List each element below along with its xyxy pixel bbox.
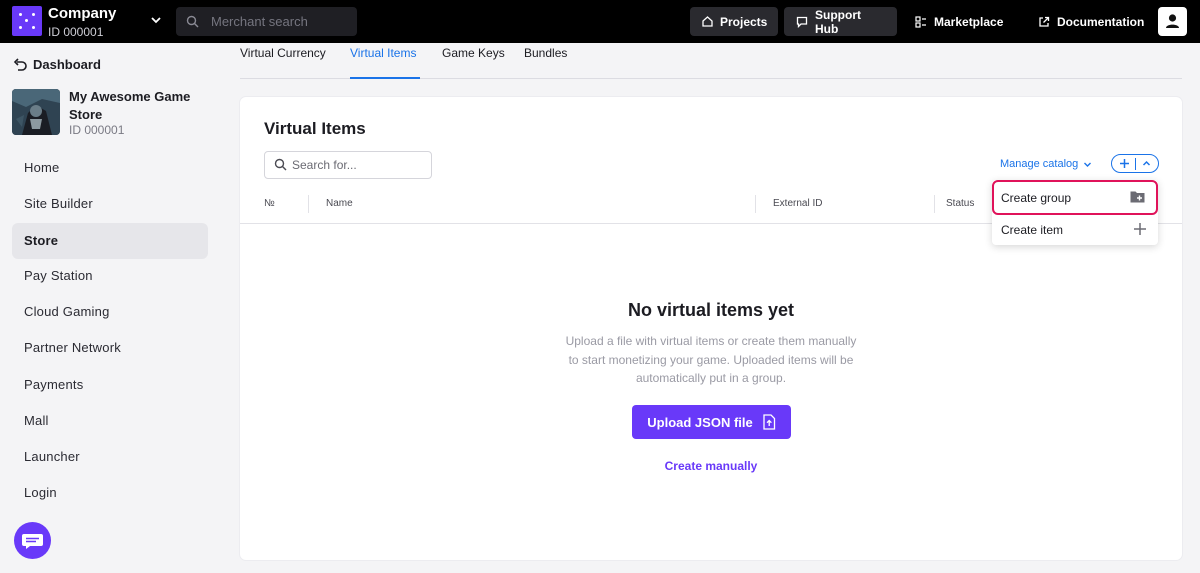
folder-add-icon xyxy=(1130,191,1145,203)
sidebar: Dashboard My Awesome Game Store ID 00000… xyxy=(0,43,220,573)
chevron-down-icon[interactable] xyxy=(150,14,162,26)
menu-item-create-group[interactable]: Create group xyxy=(992,180,1158,215)
documentation-label: Documentation xyxy=(1057,14,1145,29)
support-hub-button[interactable]: Support Hub xyxy=(784,7,897,36)
split-button-divider xyxy=(1135,158,1136,170)
create-item-label: Create item xyxy=(1001,223,1064,237)
tab-bundles[interactable]: Bundles xyxy=(524,46,567,60)
column-divider xyxy=(755,195,756,213)
items-search-input[interactable]: Search for... xyxy=(264,151,432,179)
column-header-status: Status xyxy=(946,198,975,209)
empty-state-title: No virtual items yet xyxy=(627,300,795,320)
create-group-label: Create group xyxy=(1001,191,1072,205)
dashboard-link[interactable]: Dashboard xyxy=(12,57,101,72)
marketplace-icon xyxy=(915,15,926,28)
upload-json-button[interactable]: Upload JSON file xyxy=(632,405,791,439)
user-avatar-button[interactable] xyxy=(1158,7,1187,36)
menu-item-create-item[interactable]: Create item xyxy=(992,214,1158,244)
home-icon xyxy=(702,16,713,27)
sidebar-item-partner-network[interactable]: Partner Network xyxy=(12,330,208,366)
top-bar: Company ID 000001 Merchant search Projec… xyxy=(0,0,1200,43)
plus-icon xyxy=(1134,223,1146,235)
sidebar-item-mall[interactable]: Mall xyxy=(12,403,208,439)
plus-icon[interactable] xyxy=(1118,157,1131,170)
sidebar-item-payments[interactable]: Payments xyxy=(12,367,208,403)
company-name[interactable]: Company xyxy=(48,5,116,22)
support-hub-label: Support Hub xyxy=(815,7,861,36)
items-search-placeholder: Search for... xyxy=(292,158,357,172)
projects-label: Projects xyxy=(720,14,768,29)
project-thumbnail xyxy=(12,89,60,135)
sidebar-item-site-builder[interactable]: Site Builder xyxy=(12,186,208,222)
column-header-number: № xyxy=(264,198,275,209)
sidebar-item-pay-station[interactable]: Pay Station xyxy=(12,258,208,294)
column-header-name: Name xyxy=(326,198,353,209)
company-id: ID 000001 xyxy=(48,25,104,39)
dashboard-label: Dashboard xyxy=(33,57,101,72)
merchant-search-placeholder: Merchant search xyxy=(211,14,308,29)
chevron-up-icon[interactable] xyxy=(1140,157,1153,170)
search-icon xyxy=(274,158,287,171)
column-divider xyxy=(934,195,935,213)
chevron-down-icon xyxy=(1084,162,1092,167)
user-icon xyxy=(1166,14,1179,28)
tab-game-keys[interactable]: Game Keys xyxy=(442,46,505,60)
sidebar-item-cloud-gaming[interactable]: Cloud Gaming xyxy=(12,294,208,330)
tab-virtual-items[interactable]: Virtual Items xyxy=(350,46,416,60)
sidebar-item-login[interactable]: Login xyxy=(12,475,208,511)
merchant-search-input[interactable]: Merchant search xyxy=(176,7,357,36)
virtual-items-card: Virtual Items Search for... Manage catal… xyxy=(240,97,1182,560)
manage-catalog-label: Manage catalog xyxy=(1000,158,1079,170)
empty-state-description: Upload a file with virtual items or crea… xyxy=(565,334,857,385)
column-header-external-id: External ID xyxy=(773,198,823,209)
project-name[interactable]: My Awesome Game Store xyxy=(69,88,209,124)
marketplace-label: Marketplace xyxy=(934,14,1004,29)
column-divider xyxy=(308,195,309,213)
company-logo-icon[interactable] xyxy=(12,6,42,36)
marketplace-button[interactable]: Marketplace xyxy=(903,7,1015,36)
chat-bubble-icon xyxy=(796,16,808,28)
manage-catalog-dropdown[interactable]: Manage catalog xyxy=(1000,158,1092,170)
projects-button[interactable]: Projects xyxy=(690,7,778,36)
sidebar-item-store[interactable]: Store xyxy=(12,223,208,259)
create-manually-link[interactable]: Create manually xyxy=(240,459,1182,473)
chat-icon xyxy=(22,534,43,549)
active-tab-indicator xyxy=(350,77,420,79)
project-id: ID 000001 xyxy=(69,123,125,137)
external-link-icon xyxy=(1039,16,1050,27)
search-icon xyxy=(186,15,199,28)
add-split-button[interactable] xyxy=(1111,154,1159,173)
upload-json-label: Upload JSON file xyxy=(647,414,753,430)
add-menu-dropdown: Create group Create item xyxy=(992,180,1158,245)
sidebar-item-launcher[interactable]: Launcher xyxy=(12,439,208,475)
tab-virtual-currency[interactable]: Virtual Currency xyxy=(240,46,326,60)
page-title: Virtual Items xyxy=(264,119,366,138)
sidebar-item-home[interactable]: Home xyxy=(12,150,208,186)
chat-support-button[interactable] xyxy=(14,522,51,559)
file-upload-icon xyxy=(763,414,775,430)
back-arrow-icon xyxy=(13,57,27,71)
documentation-button[interactable]: Documentation xyxy=(1026,7,1156,36)
